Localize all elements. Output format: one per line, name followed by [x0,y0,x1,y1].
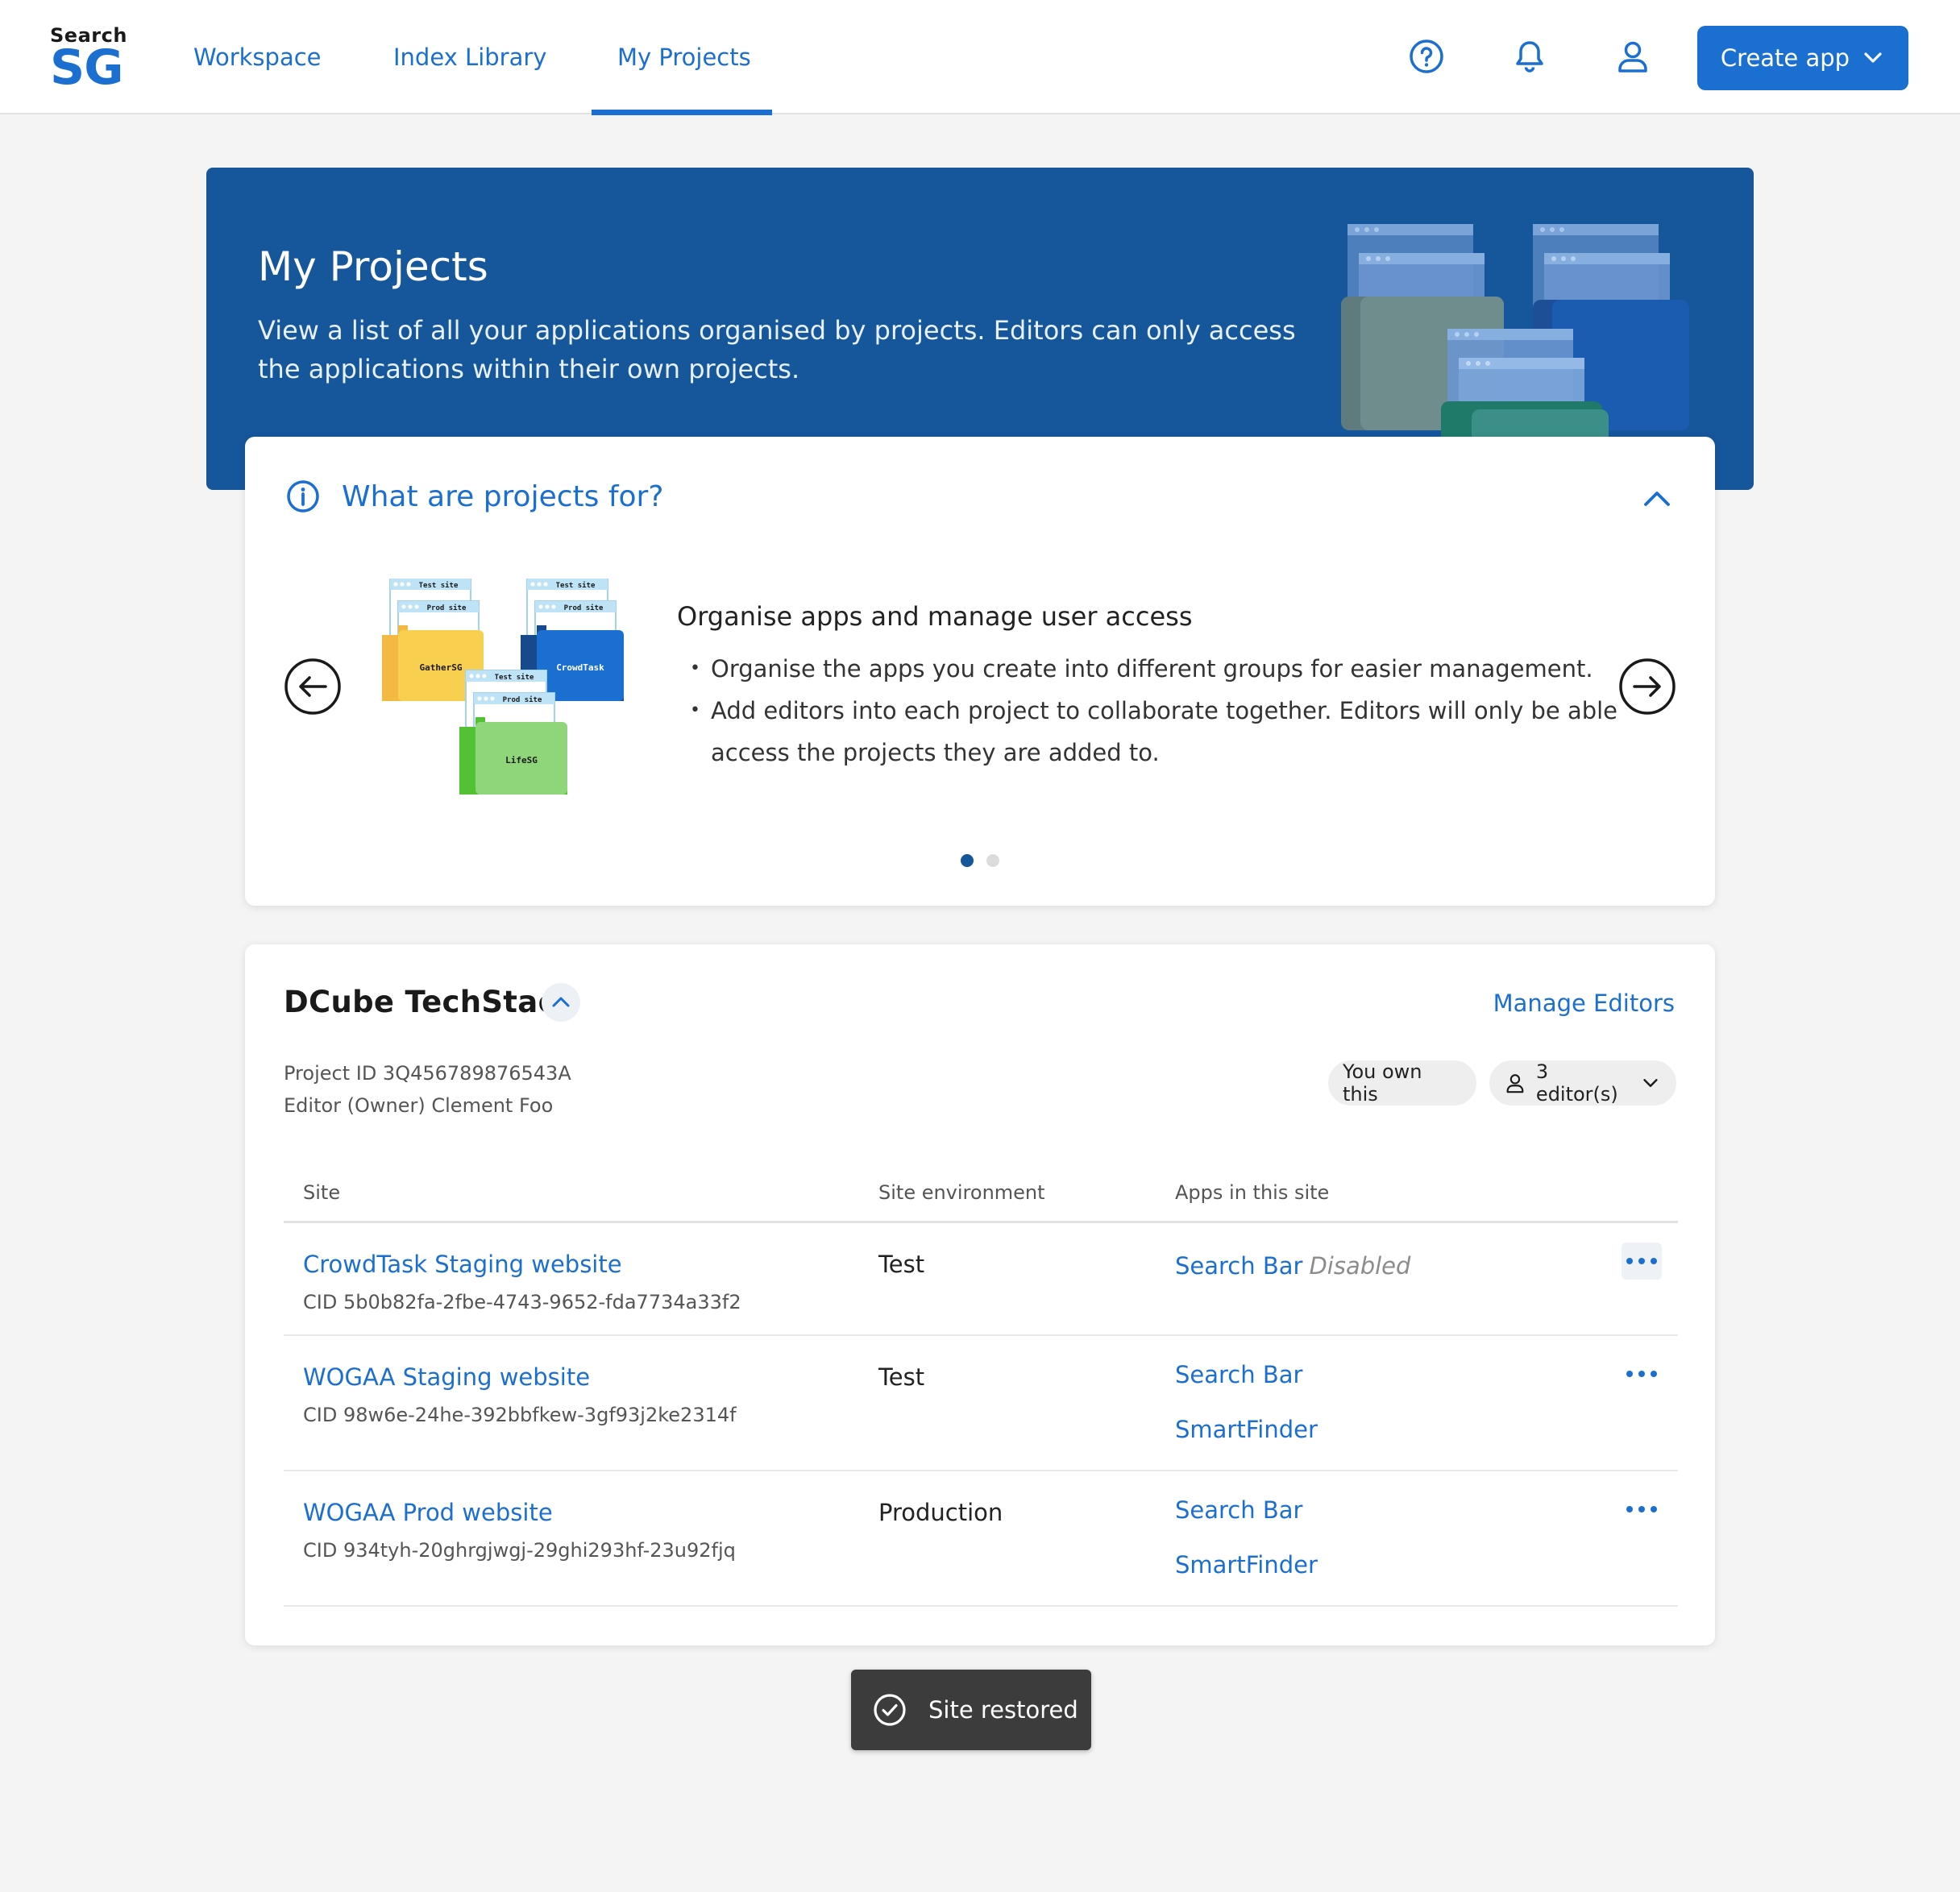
carousel-prev-button[interactable] [284,658,342,716]
folder-1-label: GatherSG [420,662,463,673]
project-meta: Project ID 3Q456789876543A Editor (Owner… [284,1057,571,1122]
project-folders-illustration: Test site Prod site GatherSG Test site P… [382,579,624,795]
pagination-dot-1[interactable] [961,854,974,867]
project-owner: Editor (Owner) Clement Foo [284,1094,554,1117]
site-cell: WOGAA Prod website CID 934tyh-20ghrgjwgj… [303,1499,736,1562]
project-collapse-button[interactable] [542,983,580,1022]
site-cell: WOGAA Staging website CID 98w6e-24he-392… [303,1363,737,1426]
check-circle-icon [874,1694,906,1726]
editors-count: 3 editor(s) [1535,1060,1618,1106]
active-tab-indicator [592,110,772,115]
folder-3-label: LifeSG [505,755,538,766]
app-link[interactable]: SmartFinder [1175,1537,1318,1592]
nav-workspace[interactable]: Workspace [193,0,322,114]
app-link[interactable]: Search Bar [1175,1347,1318,1402]
site-link[interactable]: WOGAA Prod website [303,1499,736,1526]
apps-cell: Search Bar SmartFinder [1175,1347,1318,1457]
collapse-info-button[interactable] [1641,482,1673,514]
folder-2-tab-1: Test site [556,581,596,590]
app-link[interactable]: Search Bar [1175,1252,1302,1280]
nav-index-library[interactable]: Index Library [393,0,546,114]
site-cid: CID 98w6e-24he-392bbfkew-3gf93j2ke2314f [303,1404,737,1426]
top-navigation-bar: Search SG Workspace Index Library My Pro… [0,0,1960,115]
user-icon[interactable] [1613,37,1652,76]
help-icon[interactable] [1407,37,1446,76]
folder-3-tab-2: Prod site [503,695,542,704]
site-cid: CID 5b0b82fa-2fbe-4743-9652-fda7734a33f2 [303,1291,741,1313]
carousel-pagination [961,854,999,867]
slide-bullet: Add editors into each project to collabo… [690,690,1625,774]
page-title: My Projects [258,243,488,290]
project-name: DCube TechStack [284,985,576,1019]
chevron-down-icon [1864,52,1882,63]
slide-bullet-list: Organise the apps you create into differ… [690,648,1625,774]
row-actions-button[interactable] [1622,1355,1662,1392]
folder-2-label: CrowdTask [556,662,604,673]
create-app-label: Create app [1720,44,1850,72]
sites-table: Site Site environment Apps in this site … [284,1154,1678,1607]
info-card-heading: What are projects for? [342,479,664,513]
toast-notification: Site restored [851,1670,1091,1750]
arrow-right-icon [1619,658,1676,715]
site-cell: CrowdTask Staging website CID 5b0b82fa-2… [303,1251,741,1313]
chevron-down-icon [1643,1079,1658,1087]
site-link[interactable]: CrowdTask Staging website [303,1251,741,1278]
more-horizontal-icon [1626,1258,1657,1264]
slide-title: Organise apps and manage user access [677,601,1193,632]
app-status-disabled: Disabled [1309,1252,1411,1280]
project-id: Project ID 3Q456789876543A [284,1062,571,1085]
info-card-header[interactable]: What are projects for? [285,479,663,514]
table-row: WOGAA Prod website CID 934tyh-20ghrgjwgj… [284,1471,1678,1607]
row-actions-button[interactable] [1622,1491,1662,1528]
folder-3-tab-1: Test site [495,673,534,682]
table-row: WOGAA Staging website CID 98w6e-24he-392… [284,1336,1678,1471]
projects-info-card: What are projects for? Test site Prod si… [245,437,1715,906]
toast-message: Site restored [928,1696,1078,1724]
site-environment: Test [878,1251,925,1278]
folder-1-tab-1: Test site [419,581,459,590]
logo-text-bottom: SG [50,39,123,96]
site-environment: Production [878,1499,1003,1526]
more-horizontal-icon [1626,1371,1657,1377]
row-actions-button[interactable] [1622,1243,1662,1280]
folder-2-tab-2: Prod site [564,604,604,612]
site-environment: Test [878,1363,925,1391]
column-header-environment: Site environment [878,1181,1045,1204]
page-description: View a list of all your applications org… [258,315,1296,384]
chevron-up-icon [1644,492,1670,506]
project-card: DCube TechStack Manage Editors Project I… [245,944,1715,1645]
editors-dropdown[interactable]: 3 editor(s) [1489,1060,1676,1106]
chevron-up-icon [552,997,570,1007]
slide-bullet: Organise the apps you create into differ… [690,648,1625,690]
folder-1-tab-2: Prod site [427,604,467,612]
ownership-badge: You own this [1328,1060,1476,1106]
searchsg-logo[interactable]: Search SG [50,26,127,96]
arrow-left-icon [284,658,341,715]
bell-icon[interactable] [1510,37,1549,76]
column-header-apps: Apps in this site [1175,1181,1330,1204]
more-horizontal-icon [1626,1506,1657,1512]
site-link[interactable]: WOGAA Staging website [303,1363,737,1391]
column-header-site: Site [303,1181,341,1204]
table-header: Site Site environment Apps in this site [284,1154,1678,1223]
apps-cell: Search Bar SmartFinder [1175,1483,1318,1592]
app-link[interactable]: Search Bar [1175,1483,1318,1537]
carousel-next-button[interactable] [1618,658,1676,716]
create-app-button[interactable]: Create app [1697,26,1908,90]
app-link[interactable]: SmartFinder [1175,1402,1318,1457]
manage-editors-link[interactable]: Manage Editors [1493,990,1675,1017]
nav-my-projects[interactable]: My Projects [617,0,751,114]
info-icon [287,480,319,512]
apps-cell: Search Bar Disabled [1175,1251,1410,1285]
user-icon [1506,1074,1524,1093]
pagination-dot-2[interactable] [986,854,999,867]
site-cid: CID 934tyh-20ghrgjwgj-29ghi293hf-23u92fj… [303,1539,736,1562]
table-row: CrowdTask Staging website CID 5b0b82fa-2… [284,1223,1678,1336]
